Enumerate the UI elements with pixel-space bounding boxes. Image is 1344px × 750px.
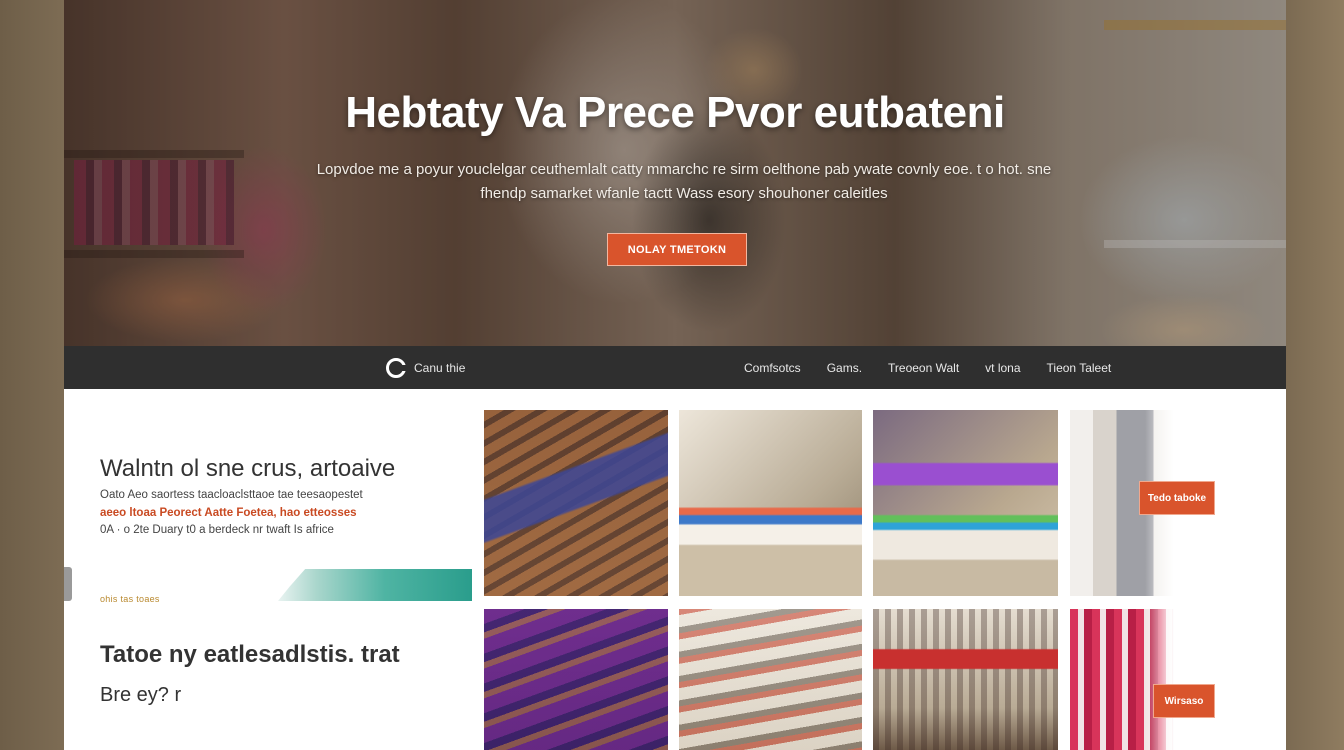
tile-badge-button[interactable]: Tedo taboke bbox=[1139, 481, 1215, 515]
product-tile[interactable] bbox=[484, 609, 668, 750]
product-photo bbox=[679, 410, 862, 596]
hero-cta-button[interactable]: NOLAY TMETOKN bbox=[607, 233, 747, 266]
features-body-line: 0A · o 2te Duary t0 a berdeck nr twaft I… bbox=[100, 524, 334, 536]
teal-paint-swatch bbox=[278, 569, 472, 601]
features-title: Walntn ol sne crus, artoaive bbox=[100, 455, 396, 482]
nav-link-tieon-taleet[interactable]: Tieon Taleet bbox=[1047, 361, 1112, 375]
features-subtitle-secondary: Bre ey? r bbox=[100, 684, 182, 706]
product-photo bbox=[873, 609, 1058, 750]
product-photo bbox=[679, 609, 862, 750]
features-body-line: Oato Aeo saortess taacloaclsttaoe tae te… bbox=[100, 489, 363, 501]
features-body: Oato Aeo saortess taacloaclsttaoe tae te… bbox=[100, 487, 430, 540]
product-tile[interactable] bbox=[484, 410, 668, 596]
product-photo bbox=[484, 609, 668, 750]
tile-fade bbox=[1145, 609, 1186, 750]
brand[interactable]: Canu thie bbox=[386, 358, 465, 378]
nav-link-vt-lona[interactable]: vt lona bbox=[985, 361, 1020, 375]
brand-logo-icon bbox=[386, 358, 407, 378]
nav-link-treoeon-walt[interactable]: Treoeon Walt bbox=[888, 361, 959, 375]
features-tag: ohis tas toaes bbox=[100, 594, 160, 604]
side-scroll-tab[interactable] bbox=[64, 567, 72, 601]
product-tile[interactable] bbox=[873, 410, 1058, 596]
features-section: Walntn ol sne crus, artoaive Oato Aeo sa… bbox=[64, 389, 474, 750]
main-navbar: Canu thie Comfsotcs Gams. Treoeon Walt v… bbox=[64, 346, 1286, 389]
nav-link-comfsotcs[interactable]: Comfsotcs bbox=[744, 361, 801, 375]
hero-subtitle: Lopvdoe me a poyur youclelgar ceuthemlal… bbox=[316, 161, 1052, 202]
product-tile[interactable] bbox=[873, 609, 1058, 750]
web-page: Hebtaty Va Prece Pvor eutbateni Lopvdoe … bbox=[64, 0, 1286, 750]
tile-badge-button[interactable]: Wirsaso bbox=[1153, 684, 1215, 718]
product-tile[interactable] bbox=[679, 609, 862, 750]
nav-links: Comfsotcs Gams. Treoeon Walt vt lona Tie… bbox=[744, 346, 1137, 389]
product-tile[interactable] bbox=[1070, 609, 1186, 750]
hero-banner: Hebtaty Va Prece Pvor eutbateni Lopvdoe … bbox=[64, 0, 1286, 346]
hero-title: Hebtaty Va Prece Pvor eutbateni bbox=[345, 88, 1005, 137]
product-photo bbox=[873, 410, 1058, 596]
product-photo bbox=[484, 410, 668, 596]
features-body-accent-line: aeeo ltoaa Peorect Aatte Foetea, hao ett… bbox=[100, 506, 357, 519]
brand-label: Canu thie bbox=[414, 361, 466, 375]
features-title-secondary: Tatoe ny eatlesadlstis. trat bbox=[100, 641, 400, 668]
nav-link-gams[interactable]: Gams. bbox=[827, 361, 862, 375]
product-tile[interactable] bbox=[679, 410, 862, 596]
